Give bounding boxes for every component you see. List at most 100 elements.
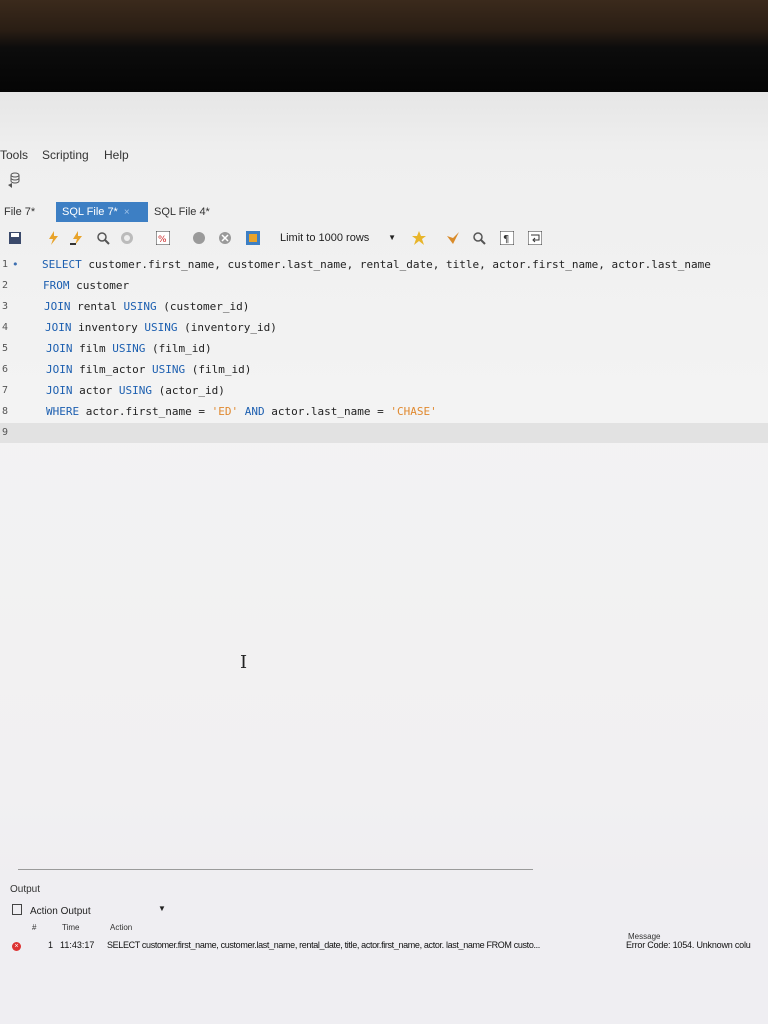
beautify-icon[interactable] [446, 231, 460, 245]
editor-divider[interactable] [18, 869, 533, 870]
editor-line[interactable]: 6 JOIN film_actor USING (film_id) [0, 360, 768, 380]
sql-keyword: JOIN [44, 300, 71, 313]
line-number: 7 [2, 385, 9, 396]
output-label: Output [10, 884, 41, 895]
document-icon [12, 904, 22, 915]
sql-text: rental [70, 300, 124, 313]
row-action: SELECT customer.first_name, customer.las… [107, 940, 540, 950]
editor-line[interactable]: 3 JOIN rental USING (customer_id) [0, 297, 768, 317]
rollback-icon[interactable] [218, 231, 232, 245]
sql-keyword: JOIN [45, 321, 72, 334]
row-number: 1 [48, 940, 54, 950]
row-message: Error Code: 1054. Unknown colu [626, 940, 751, 950]
find-icon[interactable] [472, 231, 486, 245]
limit-rows-select[interactable]: Limit to 1000 rows ▼ [272, 229, 400, 247]
sql-keyword: USING [118, 384, 152, 397]
editor-line[interactable]: 4 JOIN inventory USING (inventory_id) [0, 318, 768, 338]
code-text: JOIN film_actor USING (film_id) [46, 360, 251, 380]
text-cursor-icon: I [240, 652, 248, 673]
commit-icon[interactable] [192, 231, 206, 245]
svg-text:¶: ¶ [503, 234, 509, 245]
sql-text: (film_id) [185, 363, 252, 376]
sql-keyword: USING [123, 300, 157, 313]
database-icon[interactable] [6, 171, 22, 193]
editor-line[interactable]: 8 WHERE actor.first_name = 'ED' AND actor… [0, 402, 768, 422]
code-text: WHERE actor.first_name = 'ED' AND actor.… [46, 402, 437, 422]
sql-keyword: SELECT [42, 258, 82, 271]
sql-keyword: AND [244, 405, 265, 418]
sql-text: (actor_id) [151, 384, 225, 397]
editor-tab-bar: File 7* SQL File 7* × SQL File 4* [0, 202, 768, 222]
sql-keyword: USING [144, 321, 178, 334]
sql-keyword: JOIN [46, 342, 73, 355]
column-header-time[interactable]: Time [62, 923, 79, 932]
chevron-down-icon: ▼ [158, 904, 166, 913]
svg-text:%: % [158, 235, 167, 245]
editor-line[interactable]: 1 • SELECT customer.first_name, customer.l… [0, 255, 768, 275]
code-text: JOIN film USING (film_id) [46, 339, 212, 359]
code-text: JOIN actor USING (actor_id) [46, 381, 225, 401]
column-header-num[interactable]: # [32, 923, 36, 932]
sql-keyword: USING [112, 342, 146, 355]
code-text: JOIN rental USING (customer_id) [44, 297, 249, 317]
close-icon[interactable]: × [124, 207, 130, 218]
invisible-chars-icon[interactable]: ¶ [500, 231, 514, 245]
sql-text: actor.last_name = [264, 405, 391, 418]
output-panel: Output Action Output ▼ # Time Action Mes… [0, 880, 768, 1024]
editor-toolbar: % Limit to 1000 rows ▼ ¶ [0, 227, 768, 249]
menu-bar: Tools Scripting Help [0, 144, 768, 166]
line-number: 3 [2, 301, 9, 312]
sql-editor[interactable]: 1 • SELECT customer.first_name, customer.l… [0, 255, 768, 445]
sql-keyword: JOIN [46, 363, 73, 376]
tab-sql-file-4[interactable]: SQL File 4* [148, 202, 216, 222]
editor-line[interactable]: 2 FROM customer [0, 276, 768, 296]
sql-string: 'ED' [211, 405, 239, 418]
sql-text: film [72, 342, 113, 355]
save-icon[interactable] [8, 231, 22, 245]
line-number: 2 [2, 280, 9, 291]
add-snippet-icon[interactable] [412, 231, 426, 245]
editor-line[interactable]: 5 JOIN film USING (film_id) [0, 339, 768, 359]
editor-line[interactable]: 9 [0, 423, 768, 443]
sql-text: customer [69, 279, 130, 292]
execute-icon[interactable] [46, 231, 60, 245]
sql-keyword: WHERE [46, 405, 80, 418]
sql-keyword: JOIN [46, 384, 73, 397]
monitor-bezel [0, 0, 768, 92]
code-text: FROM customer [43, 276, 129, 296]
column-header-action[interactable]: Action [110, 923, 132, 932]
line-number: 6 [2, 364, 9, 375]
line-number: 4 [2, 322, 9, 333]
sql-text: inventory [71, 321, 145, 334]
execute-current-icon[interactable] [70, 231, 84, 245]
menu-tools[interactable]: Tools [0, 148, 28, 162]
sql-text: (customer_id) [156, 300, 250, 313]
row-time: 11:43:17 [60, 940, 95, 950]
menu-scripting[interactable]: Scripting [42, 148, 89, 162]
sql-text: film_actor [72, 363, 152, 376]
code-text: JOIN inventory USING (inventory_id) [45, 318, 277, 338]
sql-text: (film_id) [145, 342, 212, 355]
stop-icon[interactable] [120, 231, 134, 245]
autocommit-icon[interactable] [246, 231, 260, 245]
toggle-errors-icon[interactable]: % [156, 231, 170, 245]
wrap-lines-icon[interactable] [528, 231, 542, 245]
code-text: SELECT customer.first_name, customer.las… [42, 255, 711, 275]
sql-keyword: USING [151, 363, 186, 376]
error-icon: × [12, 942, 21, 951]
line-number: 9 [2, 427, 9, 438]
tab-file-7[interactable]: File 7* [0, 202, 41, 222]
sql-text: actor [72, 384, 119, 397]
sql-string: 'CHASE' [390, 405, 437, 418]
sql-text: (inventory_id) [177, 321, 277, 334]
tab-sql-file-7[interactable]: SQL File 7* × [56, 202, 148, 222]
line-number: 8 [2, 406, 9, 417]
workbench-window: Tools Scripting Help File 7* SQL File 7*… [0, 92, 768, 1024]
menu-help[interactable]: Help [104, 148, 129, 162]
line-number: 5 [2, 343, 9, 354]
sql-text: actor.first_name = [79, 405, 212, 418]
explain-icon[interactable] [96, 231, 110, 245]
output-type-select[interactable]: Action Output ▼ [12, 904, 166, 917]
editor-line[interactable]: 7 JOIN actor USING (actor_id) [0, 381, 768, 401]
